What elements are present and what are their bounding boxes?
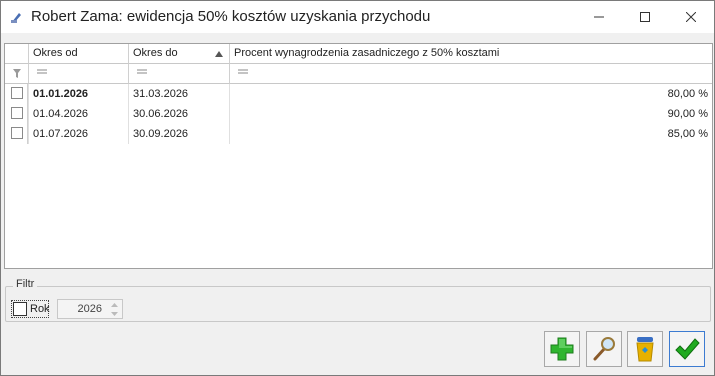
add-icon [550,337,574,361]
year-checkbox-label[interactable]: Rok [30,303,50,315]
row-select-cell [5,124,28,144]
periods-grid: Okres od Okres do Procent wynagrodzenia … [4,43,713,269]
minimize-button[interactable] [576,1,622,33]
sort-ascending-icon [215,51,223,57]
row-select-cell [5,104,28,124]
cell-okres-od: 01.07.2026 [33,128,89,140]
close-button[interactable] [668,1,714,33]
select-column-header [5,44,29,64]
confirm-button[interactable] [669,331,705,367]
trash-bin-icon [636,337,654,362]
cell-okres-do: 30.06.2026 [133,108,189,120]
spin-up-button[interactable] [107,301,121,309]
column-header-label: Okres od [33,47,78,59]
equals-icon [238,69,248,74]
row-checkbox[interactable] [11,87,23,99]
cell-procent: 85,00 % [667,128,708,140]
column-header-procent[interactable]: Procent wynagrodzenia zasadniczego z 50%… [230,44,712,64]
dialog-window: Robert Zama: ewidencja 50% kosztów uzysk… [0,0,715,376]
cell-okres-od: 01.04.2026 [33,108,89,120]
cell-okres-do: 30.09.2026 [133,128,189,140]
chevron-down-icon [110,312,118,316]
cell-procent: 80,00 % [667,88,708,100]
equals-icon [137,69,147,74]
filter-cell-okres-od[interactable] [29,64,129,84]
minimize-icon [594,16,604,18]
filter-cell-okres-do[interactable] [129,64,230,84]
year-checkbox[interactable] [13,302,27,316]
year-value: 2026 [77,303,102,315]
maximize-button[interactable] [622,1,668,33]
year-spinner[interactable]: 2026 [57,299,123,319]
filter-icon [13,69,21,78]
cell-okres-do: 31.03.2026 [133,88,189,100]
column-header-label: Okres do [133,47,178,59]
filter-cell-procent[interactable] [230,64,712,84]
filter-row-selector[interactable] [5,64,29,84]
magnifier-icon [593,337,615,361]
add-button[interactable] [544,331,580,367]
maximize-icon [640,12,650,22]
column-header-okres-do[interactable]: Okres do [129,44,230,64]
checkmark-icon [675,338,700,360]
cell-okres-od: 01.01.2026 [33,88,89,100]
title-bar: Robert Zama: ewidencja 50% kosztów uzysk… [1,1,714,33]
preview-button[interactable] [586,331,622,367]
row-checkbox[interactable] [11,127,23,139]
column-header-okres-od[interactable]: Okres od [29,44,129,64]
equals-icon [37,69,47,74]
row-select-cell [5,84,28,104]
table-row[interactable]: 01.01.2026 31.03.2026 80,00 % [5,84,712,104]
column-header-label: Procent wynagrodzenia zasadniczego z 50%… [234,47,500,59]
row-checkbox[interactable] [11,107,23,119]
delete-button[interactable] [627,331,663,367]
filter-group-label: Filtr [13,278,38,290]
window-title: Robert Zama: ewidencja 50% kosztów uzysk… [31,8,431,25]
close-icon [686,12,696,22]
chevron-up-icon [110,303,118,307]
table-row[interactable]: 01.04.2026 30.06.2026 90,00 % [5,104,712,124]
cell-procent: 90,00 % [667,108,708,120]
table-row[interactable]: 01.07.2026 30.09.2026 85,00 % [5,124,712,144]
app-icon [11,13,21,23]
spin-down-button[interactable] [107,310,121,318]
